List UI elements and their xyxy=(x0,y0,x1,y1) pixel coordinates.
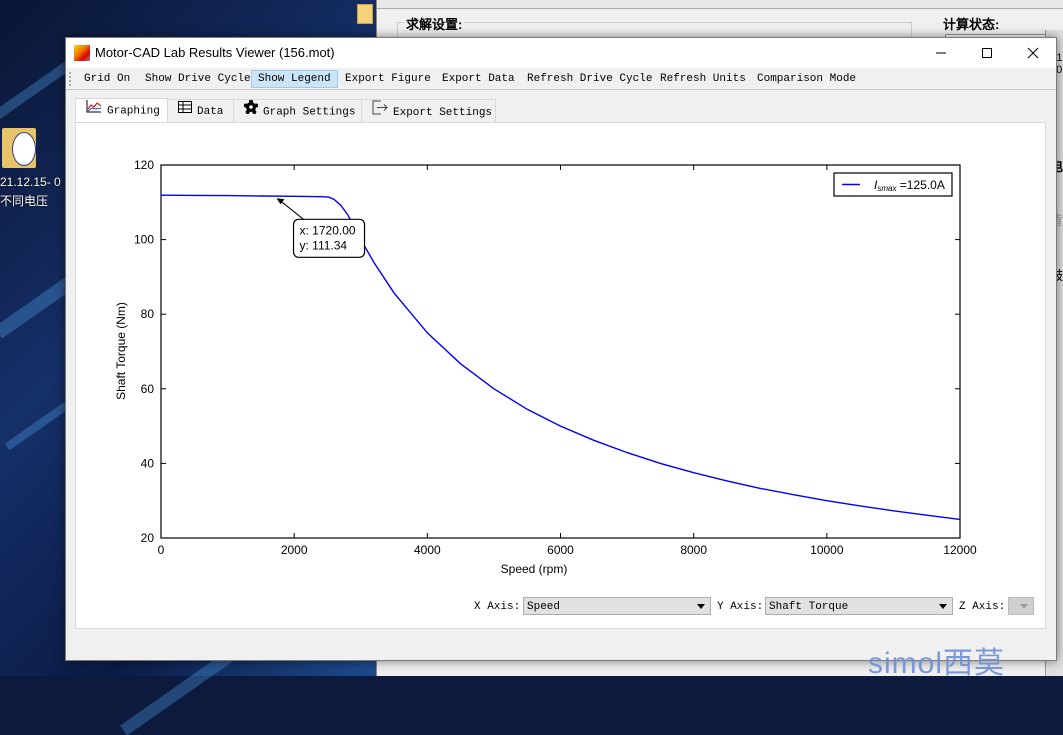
x-axis-select-value: Speed xyxy=(527,601,561,613)
maximize-icon xyxy=(982,48,992,58)
export-icon xyxy=(372,100,388,124)
y-axis-select-value: Shaft Torque xyxy=(769,601,849,613)
watermark: simol西莫 xyxy=(868,647,1006,680)
gear-icon xyxy=(243,99,259,123)
annotation-y-value: y: 111.34 xyxy=(300,238,348,252)
desktop-folder-icon[interactable] xyxy=(2,128,36,168)
x-tick-label: 8000 xyxy=(680,543,707,557)
menu-export-figure[interactable]: Export Figure xyxy=(339,71,437,87)
close-icon xyxy=(1027,47,1039,59)
x-tick-label: 10000 xyxy=(810,543,844,557)
x-axis-label: Speed (rpm) xyxy=(501,562,568,576)
motorcad-app-icon xyxy=(74,45,90,61)
annotation-x-value: x: 1720.00 xyxy=(300,223,356,237)
y-tick-label: 80 xyxy=(141,307,155,321)
x-tick-label: 2000 xyxy=(281,543,308,557)
chevron-down-icon xyxy=(1020,604,1028,609)
chevron-down-icon xyxy=(697,604,705,609)
x-tick-label: 0 xyxy=(158,543,165,557)
background-status-title: 计算状态: xyxy=(943,17,1000,32)
y-axis-label: Shaft Torque (Nm) xyxy=(114,302,128,400)
results-viewer-window: Motor-CAD Lab Results Viewer (156.mot) G… xyxy=(65,37,1057,661)
desktop-icon-label-2: 不同电压 xyxy=(0,194,49,208)
menu-bar: Grid On Show Drive Cycle Show Legend Exp… xyxy=(66,69,1056,90)
x-tick-label: 12000 xyxy=(943,543,977,557)
torque-speed-chart[interactable]: 0 2000 4000 6000 8000 10000 12000 20 40 60 80 100 12… xyxy=(76,123,1045,628)
tab-graphing[interactable]: Graphing xyxy=(75,98,169,123)
menu-comparison-mode[interactable]: Comparison Mode xyxy=(751,71,862,87)
menu-export-data[interactable]: Export Data xyxy=(436,71,521,87)
tab-label: Graph Settings xyxy=(263,106,356,119)
y-tick-label: 120 xyxy=(134,158,154,172)
y-tick-label: 60 xyxy=(141,382,155,396)
x-axis-select[interactable]: Speed xyxy=(523,597,711,615)
x-tick-label: 6000 xyxy=(547,543,574,557)
z-axis-control-label: Z Axis: xyxy=(959,601,1006,613)
tab-label: Data xyxy=(197,105,224,118)
tab-export-settings[interactable]: Export Settings xyxy=(361,99,496,122)
folder-icon xyxy=(357,4,373,24)
menu-refresh-drive-cycle[interactable]: Refresh Drive Cycle xyxy=(521,71,658,87)
z-axis-select[interactable] xyxy=(1008,597,1034,615)
background-tab-strip xyxy=(377,0,1063,9)
chevron-down-icon xyxy=(939,604,947,609)
y-tick-label: 40 xyxy=(141,456,155,470)
toolbar-grip[interactable] xyxy=(69,72,73,86)
x-axis-control-label: X Axis: xyxy=(474,601,521,613)
minimize-button[interactable] xyxy=(918,38,964,68)
y-tick-label: 20 xyxy=(141,531,155,545)
tab-label: Export Settings xyxy=(393,106,493,119)
tab-graph-settings[interactable]: Graph Settings xyxy=(233,99,363,122)
graphing-panel: 0 2000 4000 6000 8000 10000 12000 20 40 60 80 100 12… xyxy=(75,122,1046,629)
close-button[interactable] xyxy=(1010,38,1056,68)
menu-refresh-units[interactable]: Refresh Units xyxy=(654,71,752,87)
maximize-button[interactable] xyxy=(964,38,1010,68)
title-bar[interactable]: Motor-CAD Lab Results Viewer (156.mot) xyxy=(66,38,1056,68)
background-group-title: 求解设置: xyxy=(404,14,465,33)
tab-data[interactable]: Data xyxy=(167,99,235,122)
menu-show-legend[interactable]: Show Legend xyxy=(251,70,338,88)
table-icon xyxy=(178,100,192,122)
y-axis-control-label: Y Axis: xyxy=(717,601,764,613)
y-tick-label: 100 xyxy=(134,233,154,247)
tab-label: Graphing xyxy=(107,105,160,118)
line-chart-icon xyxy=(86,99,102,122)
menu-grid-on[interactable]: Grid On xyxy=(78,71,136,87)
x-tick-label: 4000 xyxy=(414,543,441,557)
minimize-icon xyxy=(936,52,946,54)
window-title: Motor-CAD Lab Results Viewer (156.mot) xyxy=(95,45,335,60)
plot-frame xyxy=(160,164,961,539)
menu-show-drive-cycle[interactable]: Show Drive Cycle xyxy=(139,71,257,87)
desktop-icon-label: 21.12.15- 0 xyxy=(0,175,61,189)
y-axis-select[interactable]: Shaft Torque xyxy=(765,597,953,615)
